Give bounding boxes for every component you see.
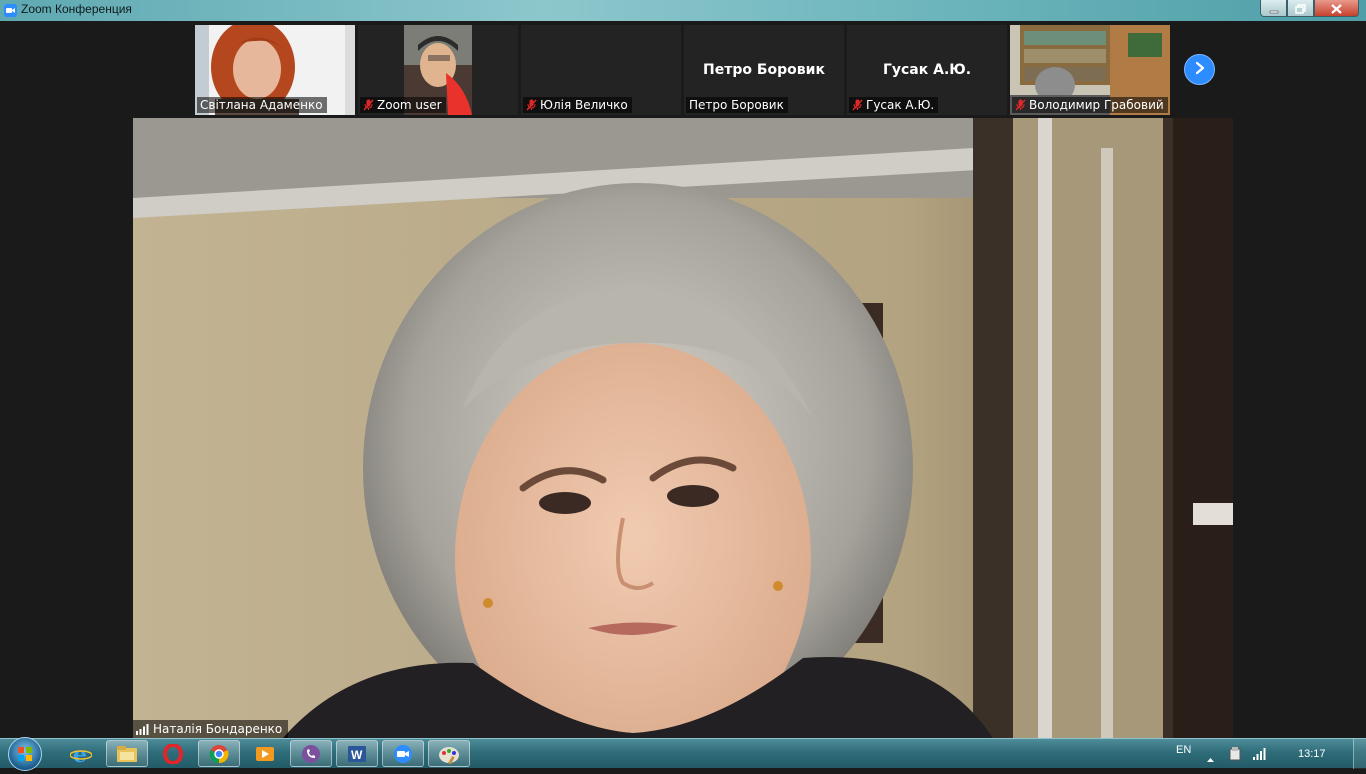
taskbar-media-player[interactable] [244,740,286,767]
restore-button[interactable] [1287,0,1314,17]
restore-icon [1295,0,1306,18]
participant-center-name: Гусак А.Ю. [882,62,972,78]
participant-tile[interactable]: Петро Боровик Петро Боровик [684,25,844,115]
chrome-icon [209,744,229,763]
taskbar-word[interactable]: W [336,740,378,767]
windows-logo-icon [18,747,32,761]
muted-microphone-icon [363,99,374,111]
device-tray-icon[interactable] [1228,746,1242,765]
window-controls [1260,0,1359,18]
windows-taskbar: e W EN 13:17 [0,737,1366,771]
minimize-button[interactable] [1260,0,1287,17]
close-icon [1331,0,1342,18]
participant-gallery: Світлана Адаменко Zoom user Юлія Величко… [0,21,1366,118]
word-icon: W [348,745,366,762]
window-titlebar: Zoom Конференция [0,0,1366,21]
opera-icon [163,743,183,764]
taskbar-chrome[interactable] [198,740,240,767]
close-button[interactable] [1314,0,1359,17]
participant-name-label: Юлія Величко [523,97,632,113]
paint-icon [439,746,459,764]
folder-icon [117,745,137,762]
participant-name-label: Володимир Грабовий [1012,97,1168,113]
active-speaker-label: Наталія Бондаренко [133,720,289,738]
media-player-icon [256,746,274,761]
taskbar-internet-explorer[interactable]: e [60,740,102,767]
next-page-button[interactable] [1184,54,1215,85]
clock[interactable]: 13:17 [1298,748,1326,760]
muted-microphone-icon [1015,99,1026,111]
network-tray-icon[interactable] [1252,746,1266,765]
taskbar-opera[interactable] [152,740,194,767]
svg-text:W: W [351,748,363,762]
chevron-up-icon [1207,758,1214,762]
zoom-app-icon [4,4,17,17]
signal-bars-icon [136,723,149,735]
show-hidden-icons-button[interactable] [1206,748,1215,767]
network-signal-icon [1253,748,1266,760]
speaker-video-frame [133,118,1233,738]
participant-tile[interactable]: Світлана Адаменко [195,25,355,115]
participant-tile[interactable]: Володимир Грабовий [1010,25,1170,115]
svg-text:e: e [73,743,87,765]
participant-name-label: Zoom user [360,97,446,113]
taskbar-paint[interactable] [428,740,470,767]
participant-tile[interactable]: Zoom user [358,25,518,115]
muted-microphone-icon [852,99,863,111]
taskbar-file-explorer[interactable] [106,740,148,767]
participant-tile[interactable]: Гусак А.Ю. Гусак А.Ю. [847,25,1007,115]
removable-device-icon [1229,747,1241,761]
window-title: Zoom Конференция [21,2,132,16]
taskbar-viber[interactable] [290,740,332,767]
chevron-right-icon [1194,60,1206,79]
minimize-icon [1269,0,1279,18]
participant-name-label: Гусак А.Ю. [849,97,939,113]
taskbar-zoom[interactable] [382,740,424,767]
language-indicator[interactable]: EN [1176,744,1191,756]
muted-microphone-icon [526,99,537,111]
start-button[interactable] [8,737,42,771]
active-speaker-video: Наталія Бондаренко [133,118,1233,738]
zoom-icon [394,744,412,763]
participant-name-label: Світлана Адаменко [197,97,327,113]
participant-center-name: Петро Боровик [703,62,825,78]
internet-explorer-icon: e [70,743,92,765]
participant-name-label: Петро Боровик [686,97,788,113]
viber-icon [302,744,320,763]
participant-tile[interactable]: Юлія Величко [521,25,681,115]
show-desktop-button[interactable] [1353,739,1366,769]
